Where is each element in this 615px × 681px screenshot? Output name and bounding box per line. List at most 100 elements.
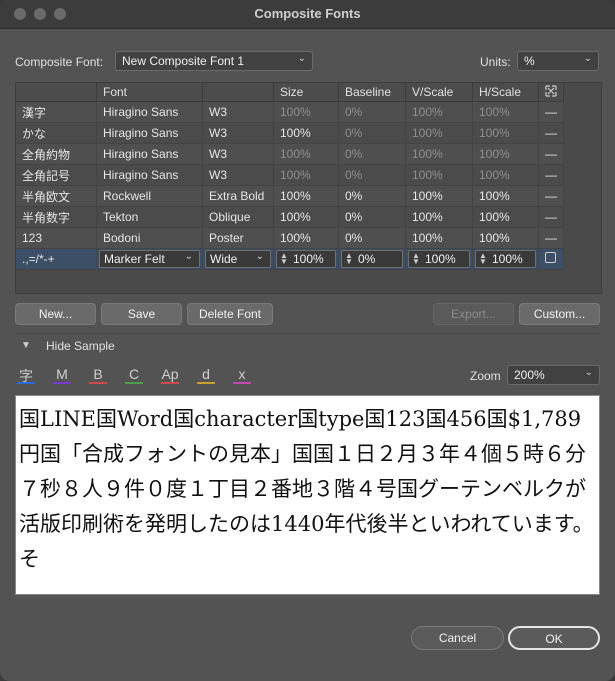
stepper-icon[interactable]: ▲ ▼ [345,252,353,266]
hide-sample-toggle[interactable]: Hide Sample [46,339,115,353]
font-family: Hiragino Sans [96,164,203,186]
disclosure-triangle-icon[interactable]: ▼ [21,340,31,351]
baseline-field[interactable]: ▲ ▼ 0% [341,250,403,268]
column-header-vscale[interactable]: V/Scale [405,83,473,102]
composite-fonts-dialog: Composite Fonts Composite Font: New Comp… [0,0,615,681]
title-bar: Composite Fonts [0,0,615,29]
font-style: Poster [202,227,274,249]
setting-name: 全角約物 [16,143,97,165]
column-header-setting [16,83,97,102]
table-row[interactable]: 半角欧文 Rockwell Extra Bold 100% 0% 100% 10… [16,185,564,207]
size-value: 100% [273,143,339,165]
export-button[interactable]: Export... [433,303,514,325]
stepper-icon[interactable]: ▲ ▼ [479,252,487,266]
sample-preview: 国LINE国Word国character国type国123国456国$1,789… [15,395,600,595]
ok-button[interactable]: OK [508,626,600,650]
ideographic-box-icon[interactable]: 字 [15,366,37,384]
table-row[interactable]: 全角記号 Hiragino Sans W3 100% 0% 100% 100% … [16,164,564,186]
setting-name: 半角数字 [16,206,97,228]
hscale-field[interactable]: ▲ ▼ 100% [475,250,536,268]
font-family-value: Marker Felt [104,252,165,266]
scale-marker: — [538,101,564,123]
stepper-icon[interactable]: ▲ ▼ [280,252,288,266]
cap-height-icon[interactable]: C [123,366,145,384]
hscale-value: 100% [472,227,539,249]
chevron-down-icon: ⌄ [584,367,593,378]
hscale-value: 100% [472,206,539,228]
hscale-value: 100% [472,164,539,186]
vscale-value: 100% [405,122,473,144]
scale-marker: — [538,206,564,228]
column-header-style [202,83,274,102]
column-header-baseline[interactable]: Baseline [338,83,406,102]
baseline-icon[interactable]: B [87,366,109,384]
font-style: W3 [202,101,274,123]
font-style: W3 [202,122,274,144]
scale-marker: — [538,143,564,165]
hscale-value: 100% [472,185,539,207]
scale-checkbox[interactable] [545,252,556,263]
units-select[interactable]: % ⌄ [517,51,599,71]
scale-marker: — [538,227,564,249]
size-value: 100% [273,206,339,228]
size-value: 100% [273,101,339,123]
em-box-icon[interactable]: M [51,366,73,384]
table-row[interactable]: 123 Bodoni Poster 100% 0% 100% 100% — [16,227,564,249]
scale-checkbox-cell [538,248,564,270]
stepper-icon[interactable]: ▲ ▼ [412,252,420,266]
font-family: Bodoni [96,227,203,249]
vscale-value: 100% [405,227,473,249]
units-label: Units: [480,55,511,69]
units-value: % [524,54,535,68]
scale-marker: — [538,122,564,144]
vscale-value: 100% [405,206,473,228]
column-header-font[interactable]: Font [96,83,203,102]
table-row-selected[interactable]: .,=/*-+ Marker Felt ⌄ Wide ⌄ ▲ ▼ 100% ▲ … [16,248,564,270]
composite-font-label: Composite Font: [15,55,104,69]
hscale-value: 100% [472,101,539,123]
new-button[interactable]: New... [15,303,96,325]
size-value: 100% [273,164,339,186]
x-height-icon[interactable]: x [231,366,253,384]
size-field[interactable]: ▲ ▼ 100% [276,250,336,268]
save-button[interactable]: Save [101,303,182,325]
size-cell: ▲ ▼ 100% [273,248,339,270]
vscale-cell: ▲ ▼ 100% [405,248,473,270]
size-value: 100% [273,227,339,249]
composite-font-value: New Composite Font 1 [122,54,245,68]
font-family: Rockwell [96,185,203,207]
font-style-select[interactable]: Wide ⌄ [205,250,271,268]
table-row[interactable]: 全角約物 Hiragino Sans W3 100% 0% 100% 100% … [16,143,564,165]
font-style: W3 [202,164,274,186]
composite-font-select[interactable]: New Composite Font 1 ⌄ [115,51,313,71]
cancel-button[interactable]: Cancel [411,626,504,650]
custom-button[interactable]: Custom... [519,303,600,325]
chevron-down-icon: ⌄ [255,251,264,262]
column-header-size[interactable]: Size [273,83,339,102]
table-row[interactable]: 半角数字 Tekton Oblique 100% 0% 100% 100% — [16,206,564,228]
column-header-hscale[interactable]: H/Scale [472,83,539,102]
chevron-down-icon: ⌄ [184,251,193,262]
font-family-select[interactable]: Marker Felt ⌄ [99,250,200,268]
font-style-value: Wide [210,252,238,266]
ascender-icon[interactable]: d [195,366,217,384]
table-row[interactable]: かな Hiragino Sans W3 100% 0% 100% 100% — [16,122,564,144]
font-style: W3 [202,143,274,165]
vscale-value: 100% [425,252,456,266]
sample-guide-toggles: 字 M B C Ap d x [15,366,253,384]
setting-name: かな [16,122,97,144]
baseline-value: 0% [338,185,406,207]
window-title: Composite Fonts [254,6,361,21]
scale-to-fit-icon[interactable] [538,83,564,102]
table-row[interactable]: 漢字 Hiragino Sans W3 100% 0% 100% 100% — [16,101,564,123]
baseline-value: 0% [358,252,376,266]
vscale-field[interactable]: ▲ ▼ 100% [408,250,470,268]
font-family: Hiragino Sans [96,101,203,123]
setting-name: 全角記号 [16,164,97,186]
delete-font-button[interactable]: Delete Font [187,303,273,325]
baseline-value: 0% [338,206,406,228]
zoom-select[interactable]: 200% ⌄ [507,365,600,385]
max-ascender-descender-icon[interactable]: Ap [159,366,181,384]
sample-text: 国LINE国Word国character国type国123国456国$1,789… [19,407,594,571]
zoom-value: 200% [514,368,545,382]
